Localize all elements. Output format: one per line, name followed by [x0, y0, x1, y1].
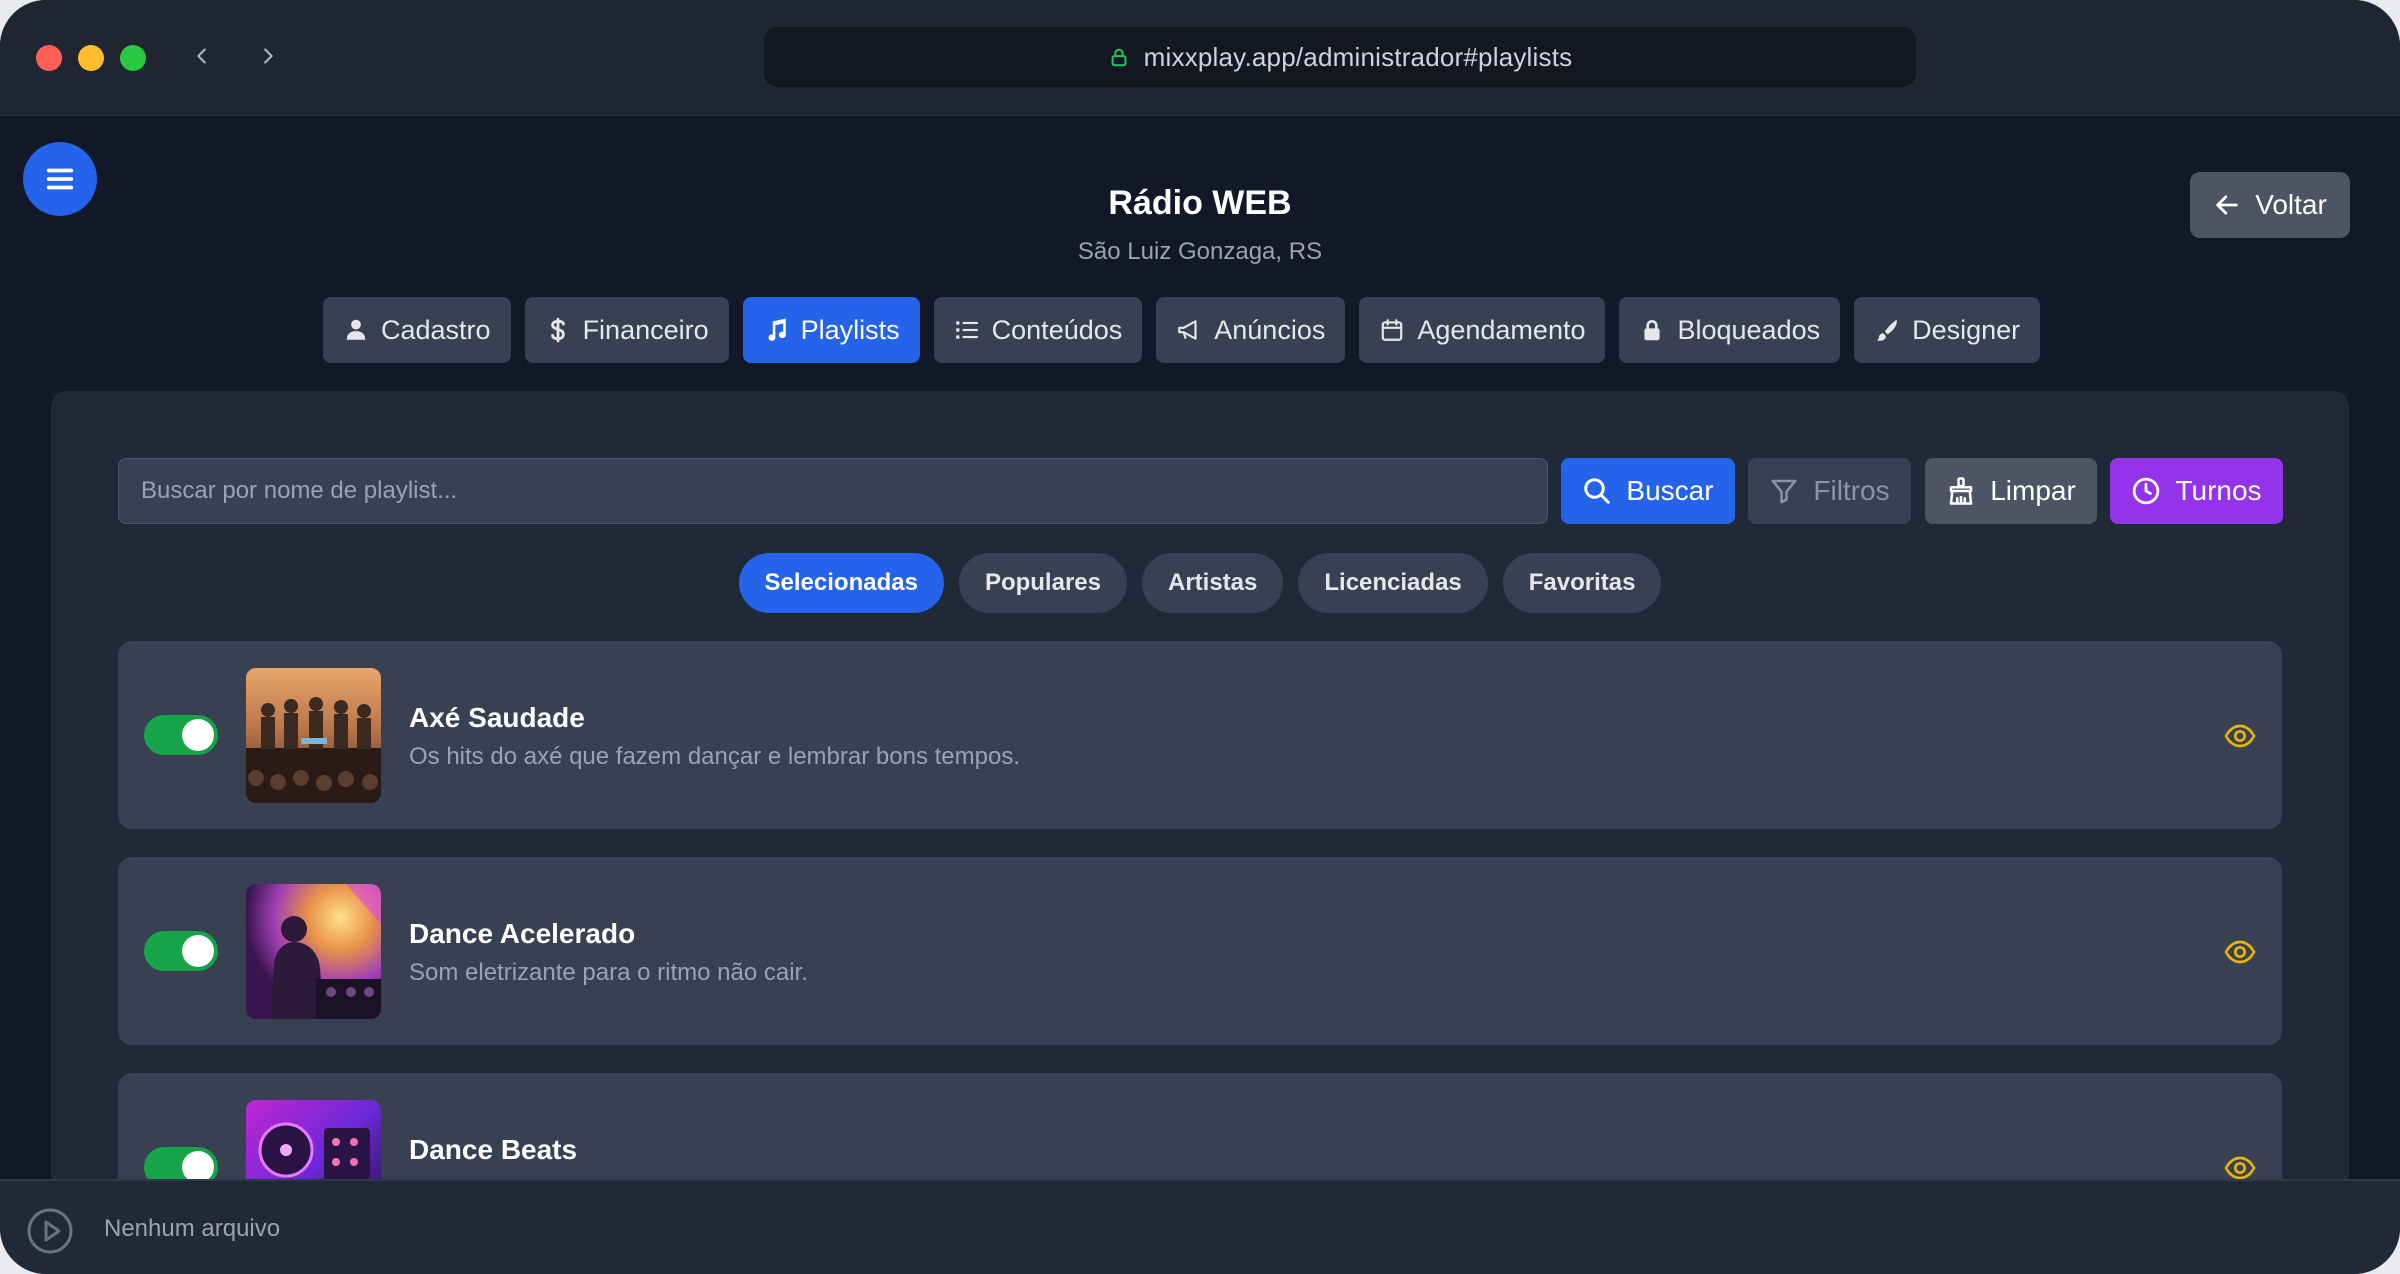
search-input[interactable] [118, 458, 1548, 524]
playlist-item: Axé Saudade Os hits do axé que fazem dan… [118, 641, 2282, 829]
user-icon [346, 319, 366, 340]
tab-anuncios[interactable]: Anúncios [1156, 297, 1346, 363]
broom-icon [1949, 477, 1973, 505]
playlist-toggle[interactable] [144, 931, 218, 971]
tab-label: Anúncios [1214, 314, 1326, 345]
tab-label: Cadastro [381, 314, 491, 345]
play-circle-icon [27, 1208, 73, 1254]
filter-licenciadas[interactable]: Licenciadas [1298, 553, 1488, 613]
category-filters: Selecionadas Populares Artistas Licencia… [51, 553, 2349, 613]
funnel-icon [1771, 479, 1797, 504]
dollar-icon [550, 317, 565, 343]
search-icon [1584, 478, 1611, 504]
page: Rádio WEB São Luiz Gonzaga, RS Voltar Ca… [0, 116, 2400, 1191]
clear-button-label: Limpar [1990, 475, 2076, 506]
eye-icon [2224, 940, 2256, 964]
search-button-label: Buscar [1626, 475, 1714, 506]
tab-agendamento[interactable]: Agendamento [1359, 297, 1606, 363]
tab-designer[interactable]: Designer [1854, 297, 2041, 363]
filter-artistas[interactable]: Artistas [1141, 553, 1284, 613]
filters-button[interactable]: Filtros [1748, 458, 1911, 524]
toggle-knob [182, 719, 214, 751]
minimize-window-button[interactable] [78, 45, 104, 71]
brush-icon [1876, 319, 1897, 341]
calendar-icon [1382, 319, 1403, 341]
clock-icon [2133, 477, 2160, 505]
list-icon [955, 321, 978, 339]
maximize-window-button[interactable] [120, 45, 146, 71]
player-status-text: Nenhum arquivo [104, 1215, 281, 1242]
play-button[interactable] [26, 1207, 74, 1255]
tab-bloqueados[interactable]: Bloqueados [1619, 297, 1841, 363]
tab-label: Bloqueados [1677, 314, 1821, 345]
browser-window: mixxplay.app/administrador#playlists Rád… [0, 0, 2400, 1274]
playlist-description: Som eletrizante para o ritmo não cair. [409, 959, 808, 986]
url-text: mixxplay.app/administrador#playlists [1143, 41, 1573, 72]
browser-back-button[interactable] [184, 38, 220, 74]
clear-button[interactable]: Limpar [1925, 458, 2097, 524]
back-button-label: Voltar [2255, 189, 2327, 220]
tab-label: Agendamento [1417, 314, 1586, 345]
playlists-panel: Buscar Filtros Limpar Turnos Selecionada… [51, 391, 2349, 1191]
playlist-title: Dance Acelerado [409, 918, 636, 949]
view-playlist-button[interactable] [2224, 720, 2256, 752]
playlist-item: Dance Beats [118, 1073, 2282, 1191]
playlist-cover-image [246, 884, 381, 1019]
tab-conteudos[interactable]: Conteúdos [933, 297, 1143, 363]
playlist-cover-image [246, 668, 381, 803]
megaphone-icon [1178, 320, 1197, 340]
shifts-button[interactable]: Turnos [2110, 458, 2283, 524]
eye-icon [2224, 724, 2256, 748]
music-icon [768, 318, 786, 341]
filter-favoritas[interactable]: Favoritas [1502, 553, 1662, 613]
playlist-cover-image [246, 1100, 381, 1191]
filters-button-label: Filtros [1813, 475, 1890, 506]
address-bar[interactable]: mixxplay.app/administrador#playlists [764, 27, 1916, 87]
back-button[interactable]: Voltar [2190, 172, 2350, 238]
playlist-title: Axé Saudade [409, 702, 585, 733]
tab-label: Conteúdos [991, 314, 1123, 345]
playlist-list: Axé Saudade Os hits do axé que fazem dan… [118, 641, 2282, 1191]
tab-financeiro[interactable]: Financeiro [524, 297, 729, 363]
lock-icon [1111, 48, 1127, 67]
filter-populares[interactable]: Populares [958, 553, 1127, 613]
page-title: Rádio WEB [1108, 184, 1292, 222]
page-subtitle: São Luiz Gonzaga, RS [1077, 238, 1323, 265]
close-window-button[interactable] [36, 45, 62, 71]
audio-player-bar: Nenhum arquivo [0, 1179, 2400, 1274]
tab-label: Financeiro [582, 314, 709, 345]
tab-label: Playlists [800, 314, 900, 345]
playlist-title: Dance Beats [409, 1134, 578, 1165]
toggle-knob [182, 935, 214, 967]
lock-icon [1644, 320, 1661, 341]
section-tabs: Cadastro Financeiro Playlists Conteúdos … [323, 297, 2041, 363]
tab-label: Designer [1912, 314, 2021, 345]
tab-cadastro[interactable]: Cadastro [323, 297, 511, 363]
filter-selecionadas[interactable]: Selecionadas [738, 553, 944, 613]
tab-playlists[interactable]: Playlists [742, 297, 920, 363]
shifts-button-label: Turnos [2175, 475, 2262, 506]
playlist-toggle[interactable] [144, 715, 218, 755]
chevron-right-icon [264, 48, 273, 64]
arrow-left-icon [2216, 195, 2238, 215]
browser-toolbar: mixxplay.app/administrador#playlists [0, 0, 2400, 116]
search-button[interactable]: Buscar [1561, 458, 1735, 524]
playlist-item: Dance Acelerado Som eletrizante para o r… [118, 857, 2282, 1045]
browser-forward-button[interactable] [250, 38, 286, 74]
view-playlist-button[interactable] [2224, 936, 2256, 968]
chevron-left-icon [197, 48, 206, 64]
playlist-description: Os hits do axé que fazem dançar e lembra… [409, 743, 1020, 770]
